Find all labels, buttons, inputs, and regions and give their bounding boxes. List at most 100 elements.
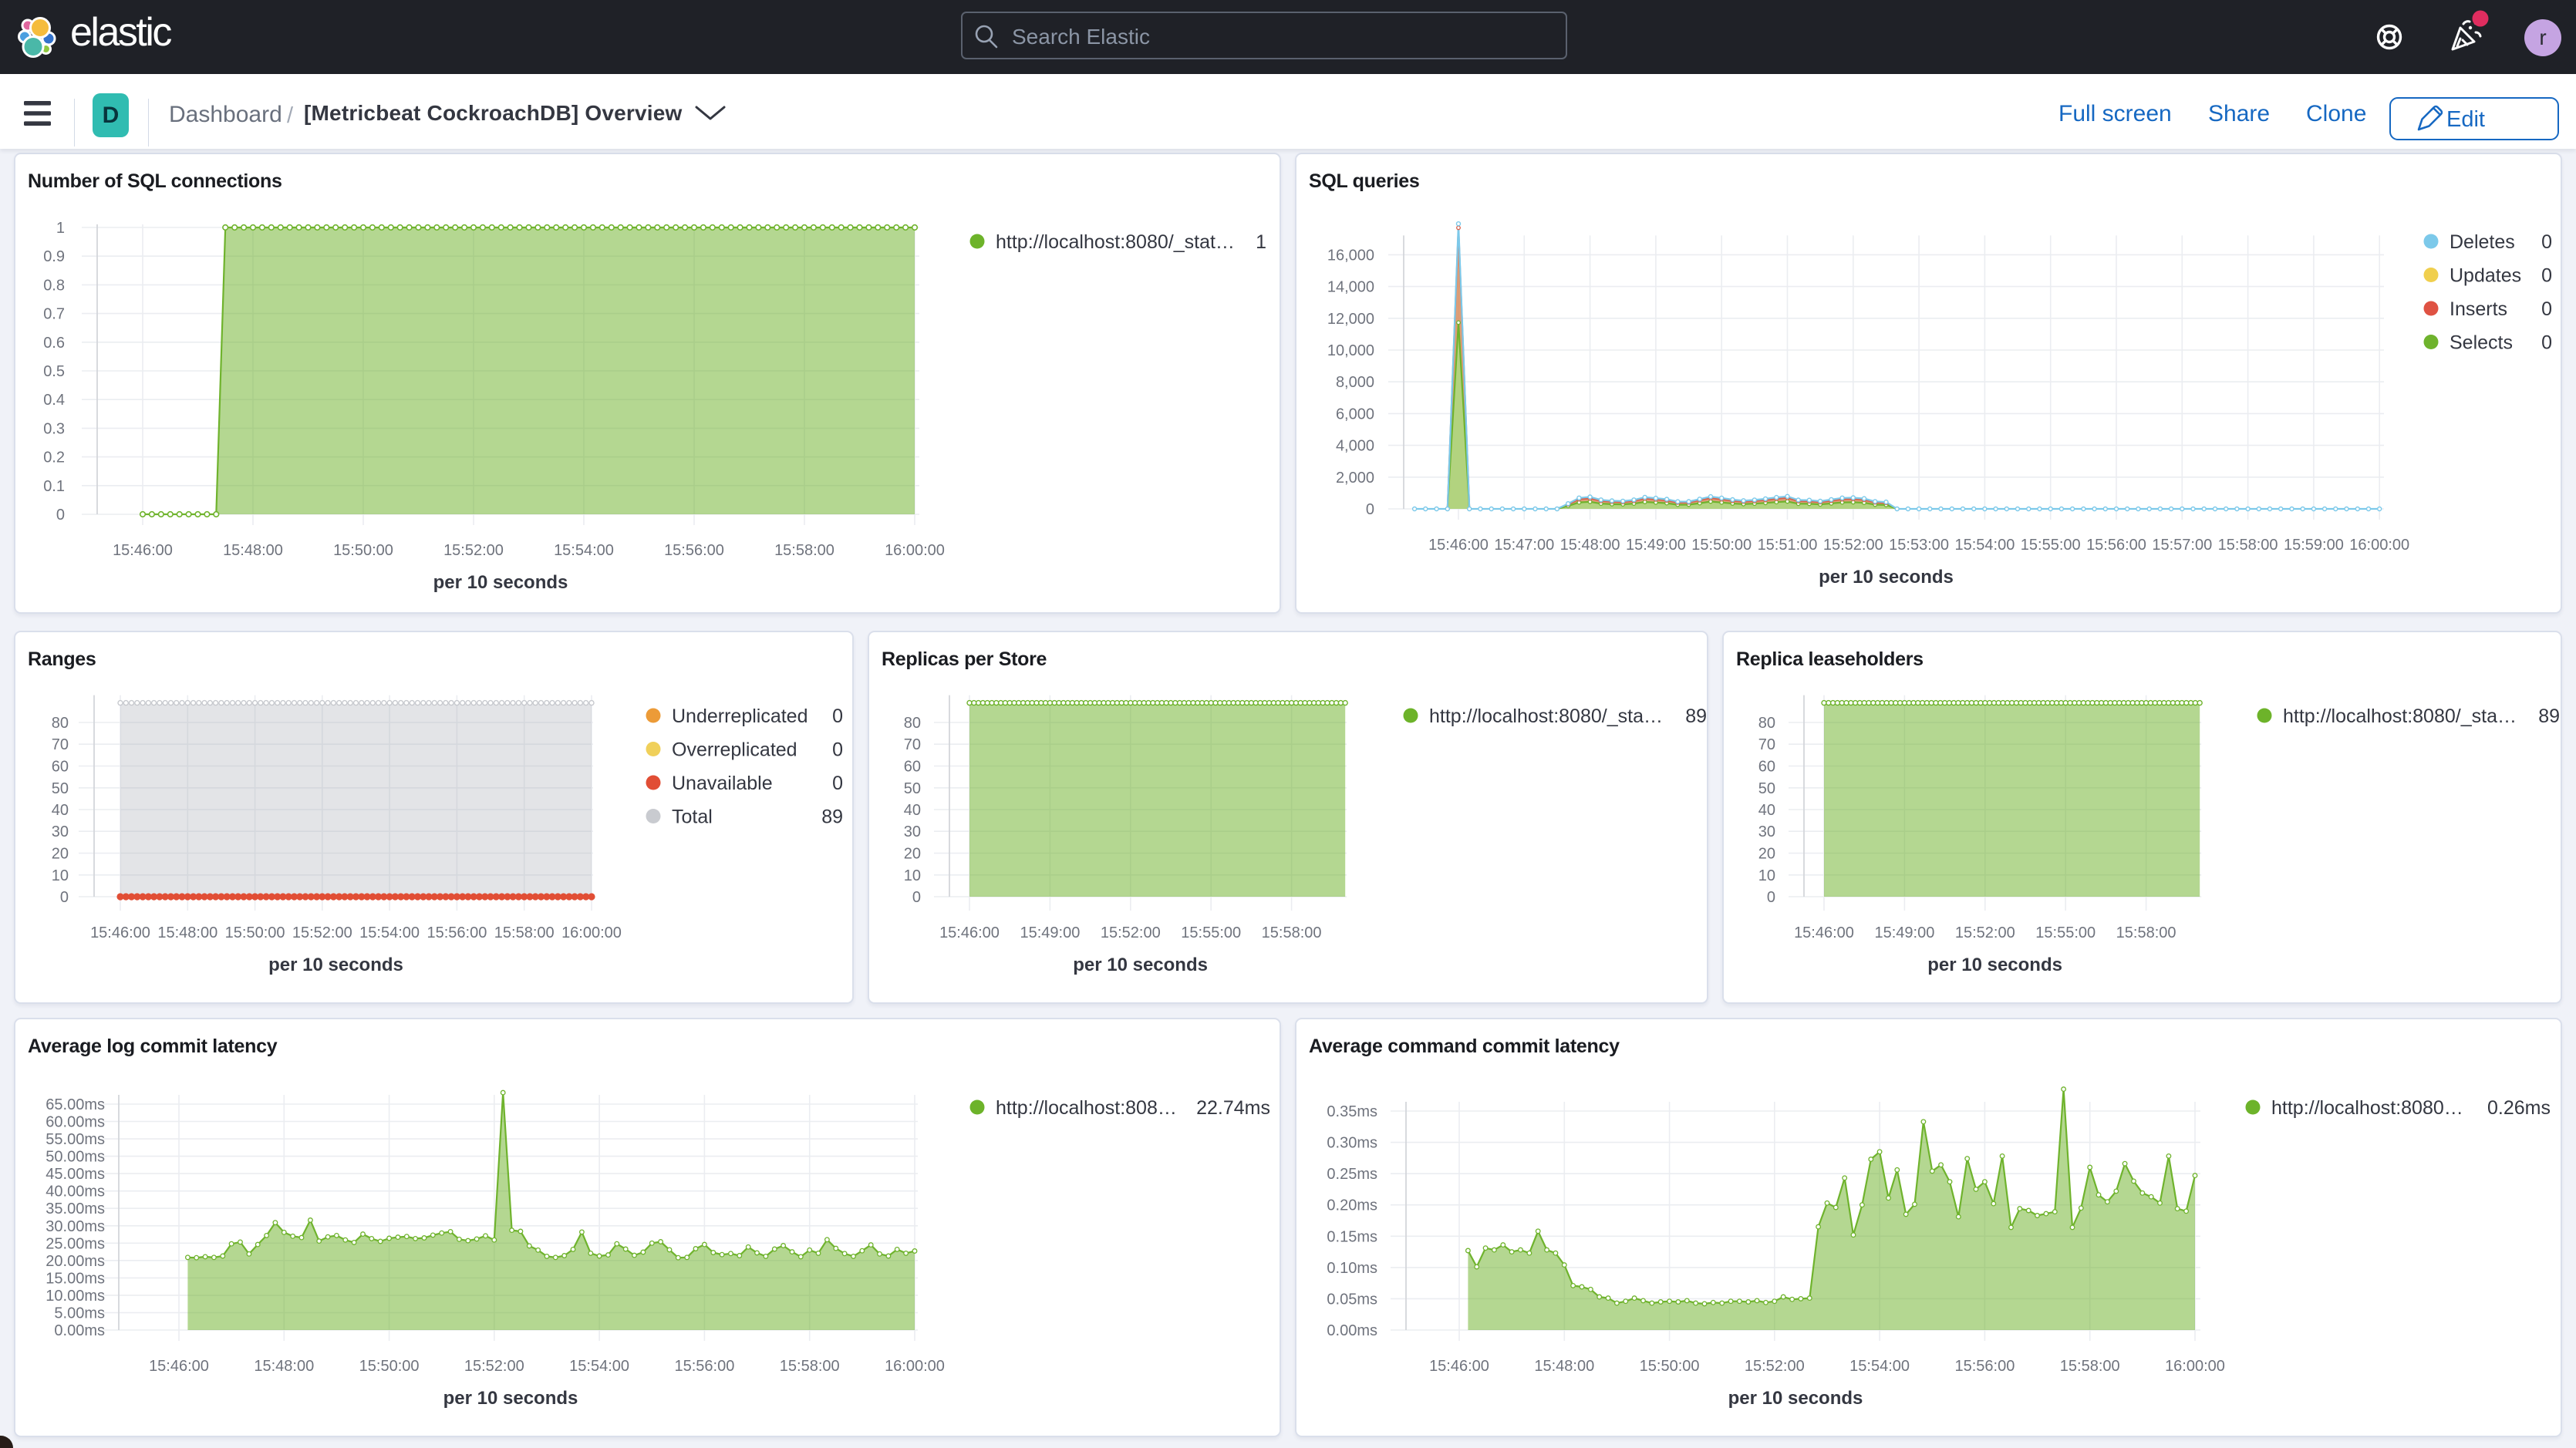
svg-text:per 10 seconds: per 10 seconds — [433, 572, 568, 593]
svg-text:10: 10 — [52, 867, 69, 884]
svg-text:30: 30 — [52, 823, 69, 840]
svg-text:Ranges: Ranges — [28, 648, 96, 670]
svg-text:per 10 seconds: per 10 seconds — [1927, 955, 2062, 975]
svg-text:60: 60 — [1758, 759, 1775, 776]
svg-text:30: 30 — [1758, 823, 1775, 840]
svg-text:0: 0 — [2541, 231, 2552, 253]
svg-text:0.05ms: 0.05ms — [1327, 1291, 1377, 1308]
svg-text:16:00:00: 16:00:00 — [885, 542, 945, 559]
svg-text:0.25ms: 0.25ms — [1327, 1166, 1377, 1183]
svg-text:0: 0 — [832, 773, 843, 794]
svg-text:Number of SQL connections: Number of SQL connections — [28, 170, 282, 192]
svg-text:50: 50 — [52, 780, 69, 797]
svg-text:15:56:00: 15:56:00 — [2086, 537, 2146, 554]
svg-text:15:47:00: 15:47:00 — [1494, 537, 1554, 554]
svg-text:15:52:00: 15:52:00 — [1745, 1358, 1805, 1375]
svg-text:15.00ms: 15.00ms — [46, 1270, 105, 1287]
svg-text:70: 70 — [52, 736, 69, 753]
svg-text:15:52:00: 15:52:00 — [443, 542, 504, 559]
svg-text:0.35ms: 0.35ms — [1327, 1103, 1377, 1120]
svg-text:Overreplicated: Overreplicated — [672, 739, 797, 761]
svg-text:2,000: 2,000 — [1336, 470, 1374, 487]
svg-text:6,000: 6,000 — [1336, 406, 1374, 423]
svg-text:0.8: 0.8 — [43, 277, 65, 294]
svg-text:0: 0 — [2541, 265, 2552, 287]
svg-text:15:58:00: 15:58:00 — [1262, 924, 1322, 941]
svg-text:Updates: Updates — [2450, 265, 2521, 287]
svg-text:80: 80 — [904, 715, 921, 732]
svg-text:50: 50 — [904, 780, 921, 797]
svg-text:http://localhost:8080/_sta…: http://localhost:8080/_sta… — [1429, 705, 1663, 727]
svg-text:16:00:00: 16:00:00 — [885, 1358, 945, 1375]
svg-text:Average log commit latency: Average log commit latency — [28, 1035, 278, 1057]
svg-text:0: 0 — [56, 507, 65, 524]
svg-text:15:54:00: 15:54:00 — [1954, 537, 2015, 554]
svg-text:http://localhost:8080…: http://localhost:8080… — [2271, 1097, 2463, 1119]
svg-text:30: 30 — [904, 823, 921, 840]
svg-text:15:46:00: 15:46:00 — [90, 924, 150, 941]
svg-text:http://localhost:8080/_stat…: http://localhost:8080/_stat… — [996, 231, 1235, 253]
svg-text:0.5: 0.5 — [43, 363, 65, 380]
svg-text:40: 40 — [52, 802, 69, 819]
svg-text:15:55:00: 15:55:00 — [1181, 924, 1241, 941]
svg-text:50: 50 — [1758, 780, 1775, 797]
svg-text:10: 10 — [1758, 867, 1775, 884]
svg-text:per 10 seconds: per 10 seconds — [268, 955, 403, 975]
svg-text:15:58:00: 15:58:00 — [2060, 1358, 2120, 1375]
svg-text:89: 89 — [1685, 705, 1707, 727]
svg-text:60: 60 — [52, 759, 69, 776]
svg-text:0: 0 — [2541, 298, 2552, 320]
svg-text:0.20ms: 0.20ms — [1327, 1197, 1377, 1214]
svg-text:40: 40 — [904, 802, 921, 819]
svg-text:0: 0 — [1767, 889, 1775, 906]
svg-text:16:00:00: 16:00:00 — [2165, 1358, 2225, 1375]
svg-text:15:46:00: 15:46:00 — [1428, 537, 1489, 554]
svg-text:15:49:00: 15:49:00 — [1020, 924, 1080, 941]
svg-text:15:56:00: 15:56:00 — [427, 924, 487, 941]
svg-text:50.00ms: 50.00ms — [46, 1149, 105, 1166]
svg-text:Unavailable: Unavailable — [672, 773, 773, 794]
svg-text:80: 80 — [1758, 715, 1775, 732]
svg-text:15:58:00: 15:58:00 — [494, 924, 555, 941]
svg-text:0.10ms: 0.10ms — [1327, 1260, 1377, 1277]
svg-text:1: 1 — [56, 220, 65, 237]
svg-text:89: 89 — [2538, 705, 2560, 727]
svg-text:15:56:00: 15:56:00 — [1954, 1358, 2015, 1375]
svg-text:15:54:00: 15:54:00 — [554, 542, 614, 559]
svg-text:Average command commit latency: Average command commit latency — [1309, 1035, 1620, 1057]
svg-text:0.00ms: 0.00ms — [54, 1322, 105, 1339]
svg-text:15:58:00: 15:58:00 — [2218, 537, 2278, 554]
svg-text:15:58:00: 15:58:00 — [2116, 924, 2176, 941]
svg-text:15:58:00: 15:58:00 — [780, 1358, 840, 1375]
svg-text:15:48:00: 15:48:00 — [1534, 1358, 1594, 1375]
svg-text:15:48:00: 15:48:00 — [1560, 537, 1620, 554]
svg-text:Inserts: Inserts — [2450, 298, 2507, 320]
svg-text:15:56:00: 15:56:00 — [674, 1358, 734, 1375]
svg-text:20.00ms: 20.00ms — [46, 1253, 105, 1270]
svg-text:15:46:00: 15:46:00 — [113, 542, 173, 559]
svg-text:15:46:00: 15:46:00 — [939, 924, 1000, 941]
svg-text:15:46:00: 15:46:00 — [149, 1358, 209, 1375]
svg-text:Underreplicated: Underreplicated — [672, 705, 808, 727]
svg-text:40.00ms: 40.00ms — [46, 1184, 105, 1200]
svg-text:15:50:00: 15:50:00 — [1640, 1358, 1700, 1375]
svg-text:20: 20 — [52, 846, 69, 863]
svg-text:15:46:00: 15:46:00 — [1794, 924, 1854, 941]
svg-text:35.00ms: 35.00ms — [46, 1200, 105, 1217]
svg-text:0.9: 0.9 — [43, 248, 65, 265]
svg-text:0.30ms: 0.30ms — [1327, 1135, 1377, 1152]
svg-text:89: 89 — [821, 807, 843, 828]
svg-text:4,000: 4,000 — [1336, 438, 1374, 455]
svg-text:0.3: 0.3 — [43, 420, 65, 437]
svg-text:8,000: 8,000 — [1336, 374, 1374, 391]
svg-text:0.4: 0.4 — [43, 392, 65, 409]
svg-text:0: 0 — [1366, 501, 1374, 518]
svg-text:per 10 seconds: per 10 seconds — [443, 1388, 578, 1409]
svg-text:15:55:00: 15:55:00 — [2021, 537, 2081, 554]
svg-text:80: 80 — [52, 715, 69, 732]
svg-text:20: 20 — [904, 846, 921, 863]
svg-text:55.00ms: 55.00ms — [46, 1131, 105, 1148]
svg-text:40: 40 — [1758, 802, 1775, 819]
svg-text:15:52:00: 15:52:00 — [1101, 924, 1161, 941]
svg-text:70: 70 — [1758, 736, 1775, 753]
